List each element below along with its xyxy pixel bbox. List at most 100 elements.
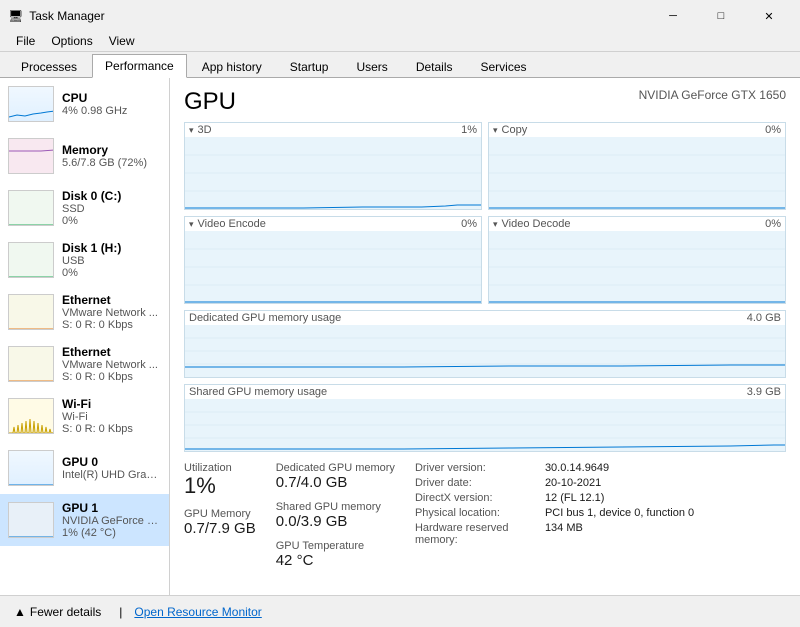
eth1-value: S: 0 R: 0 Kbps	[62, 371, 161, 383]
sidebar-item-memory[interactable]: Memory 5.6/7.8 GB (72%)	[0, 130, 169, 182]
gpu-memory-label: GPU Memory	[184, 508, 256, 520]
gpu-memory-value: 0.7/7.9 GB	[184, 520, 256, 537]
graph-copy-header: ▾ Copy 0%	[489, 123, 785, 137]
small-graphs-grid: ▾ 3D 1% ▾	[184, 122, 786, 304]
wifi-value: S: 0 R: 0 Kbps	[62, 423, 161, 435]
directx-value: 12 (FL 12.1)	[545, 492, 605, 504]
gpu-temp-stat: GPU Temperature 42 °C	[276, 540, 395, 569]
graph-dedicated-label: Dedicated GPU memory usage	[189, 312, 341, 324]
sidebar-item-gpu0[interactable]: GPU 0 Intel(R) UHD Grap...	[0, 442, 169, 494]
graph-3d-header: ▾ 3D 1%	[185, 123, 481, 137]
title-bar: 🖥 Task Manager ─ □ ✕	[0, 0, 800, 30]
app-title: Task Manager	[29, 9, 104, 23]
menu-file[interactable]: File	[8, 32, 43, 50]
eth1-name: Ethernet	[62, 345, 161, 359]
menu-view[interactable]: View	[101, 32, 143, 50]
graph-shared-mem: Shared GPU memory usage 3.9 GB	[184, 384, 786, 452]
disk0-value: 0%	[62, 215, 161, 227]
tab-performance[interactable]: Performance	[92, 54, 187, 78]
physical-location-row: Physical location: PCI bus 1, device 0, …	[415, 507, 786, 519]
sidebar-item-wifi[interactable]: Wi-Fi Wi-Fi S: 0 R: 0 Kbps	[0, 390, 169, 442]
sidebar-item-eth1[interactable]: Ethernet VMware Network ... S: 0 R: 0 Kb…	[0, 338, 169, 390]
driver-version-row: Driver version: 30.0.14.9649	[415, 462, 786, 474]
panel-subtitle: NVIDIA GeForce GTX 1650	[639, 88, 786, 102]
graph-copy-area	[489, 137, 785, 209]
gpu1-sub: NVIDIA GeForce G...	[62, 515, 161, 527]
panel-header: GPU NVIDIA GeForce GTX 1650	[184, 88, 786, 116]
chevron-vdecode-icon: ▾	[493, 219, 498, 230]
directx-row: DirectX version: 12 (FL 12.1)	[415, 492, 786, 504]
graph-copy-value: 0%	[765, 124, 781, 136]
eth0-value: S: 0 R: 0 Kbps	[62, 319, 161, 331]
minimize-button[interactable]: ─	[650, 6, 696, 26]
memory-value: 5.6/7.8 GB (72%)	[62, 157, 161, 169]
menu-options[interactable]: Options	[43, 32, 100, 50]
tab-users[interactable]: Users	[343, 55, 400, 78]
wifi-thumbnail	[8, 398, 54, 434]
gpu1-name: GPU 1	[62, 501, 161, 515]
utilization-stat: Utilization 1%	[184, 462, 256, 498]
footer: ▲ Fewer details | Open Resource Monitor	[0, 595, 800, 627]
disk0-info: Disk 0 (C:) SSD 0%	[62, 189, 161, 227]
tab-startup[interactable]: Startup	[277, 55, 342, 78]
cpu-info: CPU 4% 0.98 GHz	[62, 91, 161, 117]
chevron-copy-icon: ▾	[493, 125, 498, 136]
sidebar-item-gpu1[interactable]: GPU 1 NVIDIA GeForce G... 1% (42 °C)	[0, 494, 169, 546]
reserved-memory-value: 134 MB	[545, 522, 583, 546]
wifi-info: Wi-Fi Wi-Fi S: 0 R: 0 Kbps	[62, 397, 161, 435]
right-panel: GPU NVIDIA GeForce GTX 1650 ▾ 3D 1%	[170, 78, 800, 595]
menu-bar: File Options View	[0, 30, 800, 52]
disk1-name: Disk 1 (H:)	[62, 241, 161, 255]
close-button[interactable]: ✕	[746, 6, 792, 26]
graph-vdecode-area	[489, 231, 785, 303]
title-bar-left: 🖥 Task Manager	[8, 9, 105, 23]
tab-details[interactable]: Details	[403, 55, 466, 78]
graph-3d-area	[185, 137, 481, 209]
dedicated-gpu-label: Dedicated GPU memory	[276, 462, 395, 474]
shared-gpu-stat: Shared GPU memory 0.0/3.9 GB	[276, 501, 395, 530]
physical-location-value: PCI bus 1, device 0, function 0	[545, 507, 694, 519]
graph-vdecode-value: 0%	[765, 218, 781, 230]
graph-shared-area	[185, 399, 785, 451]
gpu0-info: GPU 0 Intel(R) UHD Grap...	[62, 455, 161, 481]
tab-bar: Processes Performance App history Startu…	[0, 52, 800, 78]
main-content: CPU 4% 0.98 GHz Memory 5.6/7.8 GB (72%)	[0, 78, 800, 595]
sidebar-item-disk0[interactable]: Disk 0 (C:) SSD 0%	[0, 182, 169, 234]
dedicated-gpu-value: 0.7/4.0 GB	[276, 474, 395, 491]
chevron-up-icon: ▲	[14, 605, 26, 619]
tab-services[interactable]: Services	[468, 55, 540, 78]
graph-dedicated-mem: Dedicated GPU memory usage 4.0 GB	[184, 310, 786, 378]
graph-3d: ▾ 3D 1%	[184, 122, 482, 210]
chevron-vencode-icon: ▾	[189, 219, 194, 230]
tab-app-history[interactable]: App history	[189, 55, 275, 78]
sidebar-item-cpu[interactable]: CPU 4% 0.98 GHz	[0, 78, 169, 130]
gpu1-value: 1% (42 °C)	[62, 527, 161, 539]
chevron-icon: ▾	[189, 125, 194, 136]
fewer-details-button[interactable]: ▲ Fewer details	[8, 602, 107, 622]
disk1-info: Disk 1 (H:) USB 0%	[62, 241, 161, 279]
gpu1-thumbnail	[8, 502, 54, 538]
gpu0-sub: Intel(R) UHD Grap...	[62, 469, 161, 481]
disk0-type: SSD	[62, 203, 161, 215]
graph-dedicated-max: 4.0 GB	[747, 312, 781, 324]
open-resource-monitor-link[interactable]: Open Resource Monitor	[134, 605, 261, 619]
graph-vdecode-label: Video Decode	[502, 218, 571, 230]
tab-processes[interactable]: Processes	[8, 55, 90, 78]
eth1-thumbnail	[8, 346, 54, 382]
driver-version-label: Driver version:	[415, 462, 545, 474]
separator: |	[119, 605, 122, 619]
graph-vencode-label: Video Encode	[198, 218, 266, 230]
sidebar-item-disk1[interactable]: Disk 1 (H:) USB 0%	[0, 234, 169, 286]
maximize-button[interactable]: □	[698, 6, 744, 26]
eth0-info: Ethernet VMware Network ... S: 0 R: 0 Kb…	[62, 293, 161, 331]
wifi-name: Wi-Fi	[62, 397, 161, 411]
sidebar-item-eth0[interactable]: Ethernet VMware Network ... S: 0 R: 0 Kb…	[0, 286, 169, 338]
utilization-value: 1%	[184, 474, 256, 498]
disk1-thumbnail	[8, 242, 54, 278]
stats-left: Utilization 1% GPU Memory 0.7/7.9 GB	[184, 462, 256, 579]
gpu-temp-label: GPU Temperature	[276, 540, 395, 552]
cpu-value: 4% 0.98 GHz	[62, 105, 161, 117]
driver-info: Driver version: 30.0.14.9649 Driver date…	[415, 462, 786, 579]
eth1-info: Ethernet VMware Network ... S: 0 R: 0 Kb…	[62, 345, 161, 383]
eth0-sub: VMware Network ...	[62, 307, 161, 319]
